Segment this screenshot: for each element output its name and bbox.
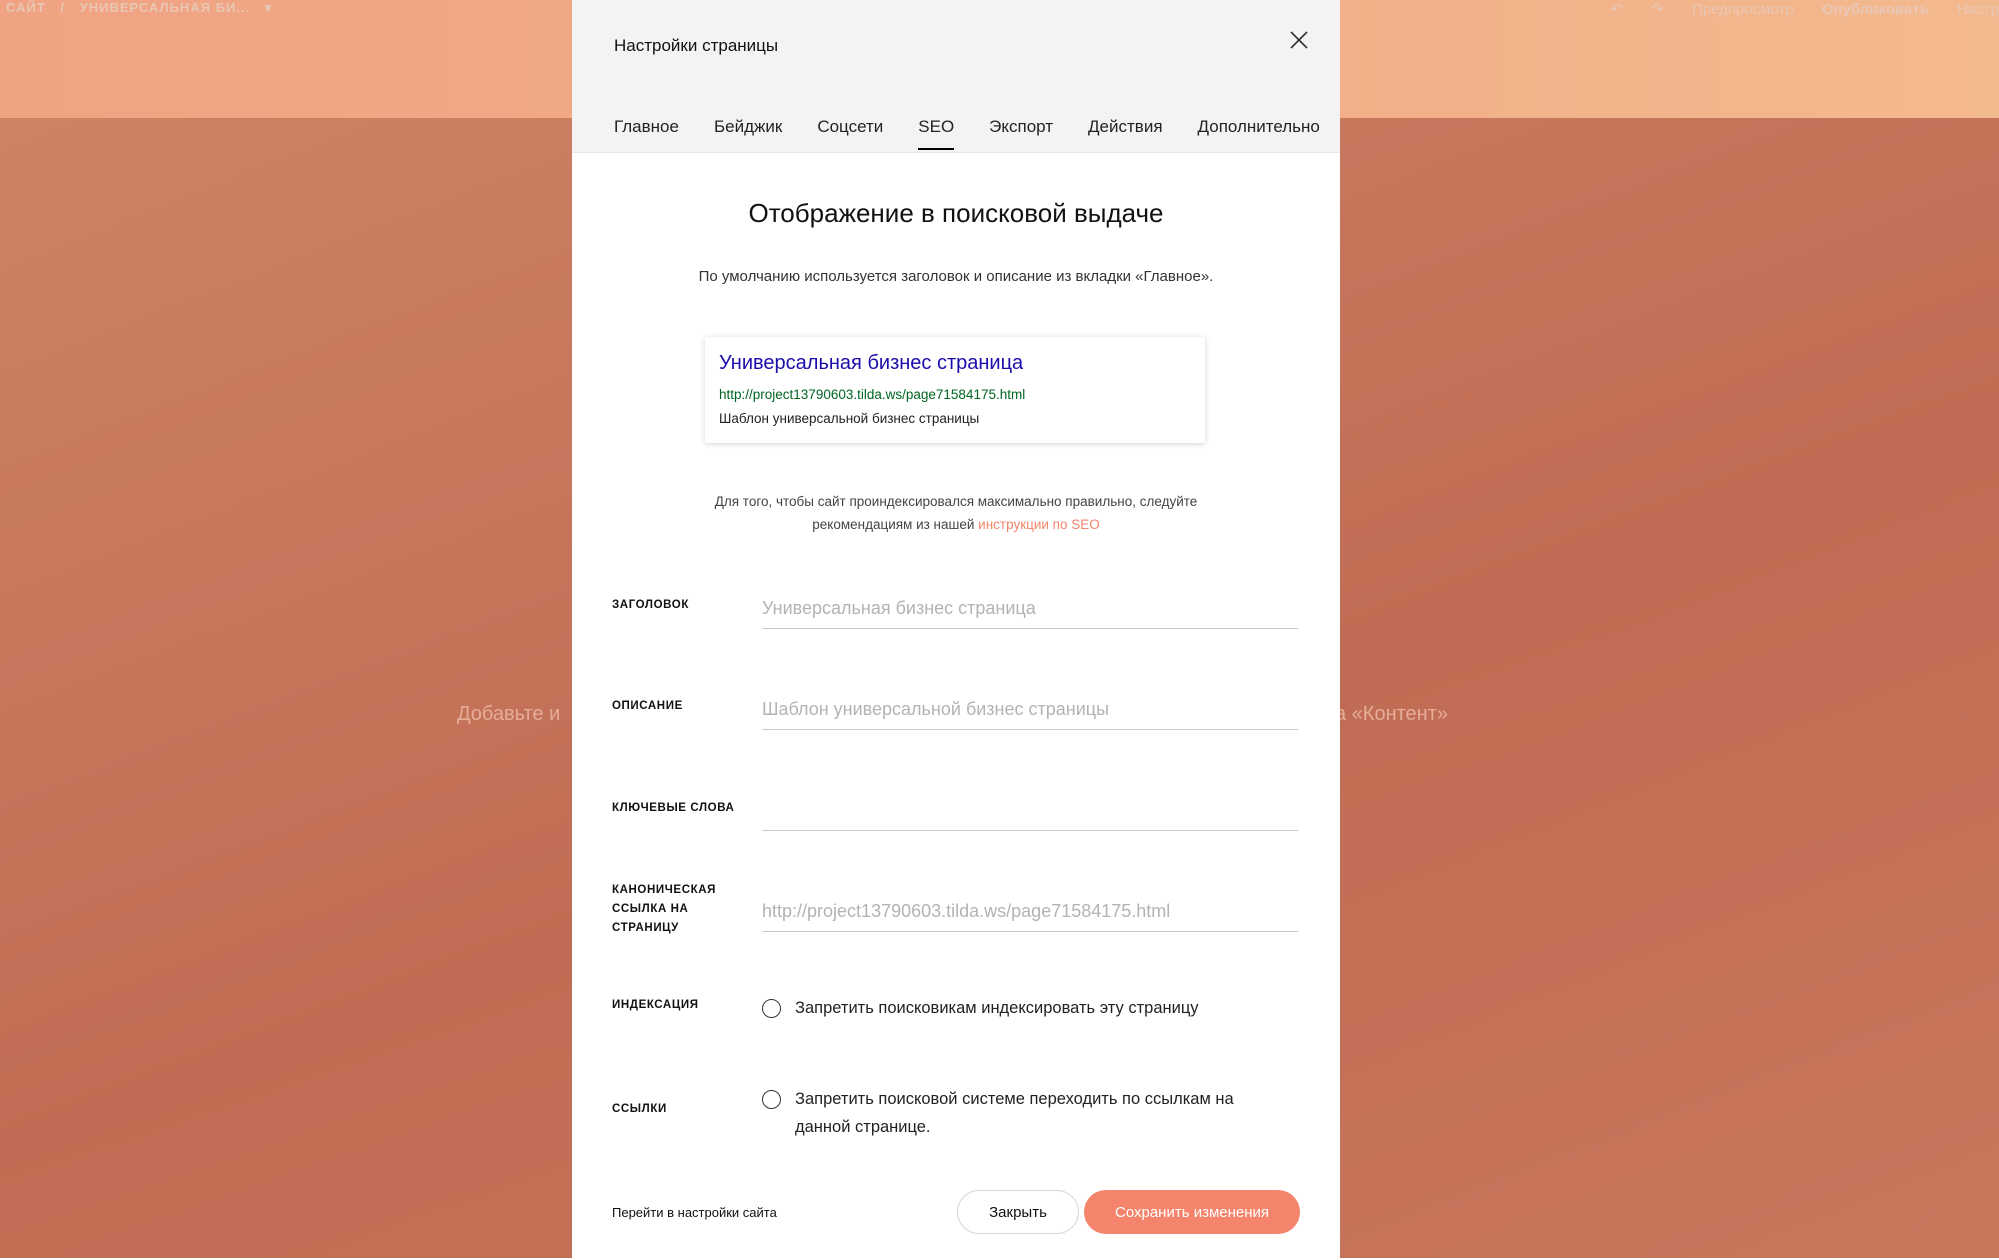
breadcrumb: САЙТ / УНИВЕРСАЛЬНАЯ БИ... ▾	[6, 0, 282, 16]
links-option[interactable]: Запретить поисковой системе переходить п…	[762, 1088, 1282, 1141]
preview-description: Шаблон универсальной бизнес страницы	[719, 411, 980, 426]
tab-actions[interactable]: Действия	[1088, 117, 1162, 147]
indexing-option-text: Запретить поисковикам индексировать эту …	[795, 999, 1199, 1017]
editor-toolbar: ↶ ↷ Предпросмотр Опубликовать Настр	[1586, 0, 1999, 18]
publish-link[interactable]: Опубликовать	[1822, 1, 1929, 18]
breadcrumb-separator: /	[60, 0, 65, 15]
canonical-input[interactable]	[762, 891, 1298, 932]
save-button[interactable]: Сохранить изменения	[1084, 1190, 1300, 1234]
keywords-input[interactable]	[762, 790, 1298, 831]
indexing-option[interactable]: Запретить поисковикам индексировать эту …	[762, 997, 1282, 1022]
title-input[interactable]	[762, 588, 1298, 629]
close-icon[interactable]	[1287, 28, 1311, 52]
seo-hint: Для того, чтобы сайт проиндексировался м…	[572, 490, 1340, 536]
section-subtitle: По умолчанию используется заголовок и оп…	[698, 268, 1214, 285]
site-settings-link[interactable]: Перейти в настройки сайта	[612, 1205, 777, 1220]
indexing-radio[interactable]	[762, 999, 781, 1018]
search-preview-card: Универсальная бизнес страница http://pro…	[705, 337, 1205, 443]
seo-instructions-link[interactable]: инструкции по SEO	[978, 517, 1100, 532]
links-option-line2: данной странице.	[795, 1118, 931, 1136]
canonical-label: КАНОНИЧЕСКАЯ ССЫЛКА НА СТРАНИЦУ	[612, 881, 716, 938]
links-option-line1: Запретить поисковой системе переходить п…	[795, 1090, 1234, 1108]
tab-badge[interactable]: Бейджик	[714, 117, 782, 147]
tab-main[interactable]: Главное	[614, 117, 679, 147]
tab-export[interactable]: Экспорт	[989, 117, 1053, 147]
seo-hint-prefix: рекомендациям из нашей	[812, 517, 979, 532]
redo-icon[interactable]: ↷	[1651, 1, 1664, 18]
cover-hint-right: а «Контент»	[1335, 703, 1449, 725]
canonical-label-line1: КАНОНИЧЕСКАЯ	[612, 884, 716, 896]
description-input[interactable]	[762, 689, 1298, 730]
tab-additional[interactable]: Дополнительно	[1198, 117, 1320, 147]
links-label: ССЫЛКИ	[612, 1103, 667, 1115]
keywords-label: КЛЮЧЕВЫЕ СЛОВА	[612, 802, 735, 814]
seo-hint-line1: Для того, чтобы сайт проиндексировался м…	[714, 494, 1198, 509]
page-settings-modal: Настройки страницы Главное Бейджик Соцсе…	[572, 0, 1340, 1260]
breadcrumb-site[interactable]: САЙТ	[6, 0, 46, 15]
tab-bar: Главное Бейджик Соцсети SEO Экспорт Дейс…	[614, 117, 1320, 150]
preview-title: Универсальная бизнес страница	[719, 352, 1024, 374]
chevron-down-icon[interactable]: ▾	[265, 0, 273, 15]
description-label: ОПИСАНИЕ	[612, 700, 683, 712]
breadcrumb-page[interactable]: УНИВЕРСАЛЬНАЯ БИ...	[80, 0, 251, 15]
undo-icon[interactable]: ↶	[1610, 1, 1623, 18]
modal-header: Настройки страницы Главное Бейджик Соцсе…	[572, 0, 1340, 153]
indexing-label: ИНДЕКСАЦИЯ	[612, 999, 699, 1011]
tab-seo[interactable]: SEO	[918, 117, 954, 150]
links-radio[interactable]	[762, 1090, 781, 1109]
tab-social[interactable]: Соцсети	[817, 117, 883, 147]
preview-url: http://project13790603.tilda.ws/page7158…	[719, 387, 1026, 402]
canonical-label-line2: ССЫЛКА НА	[612, 903, 689, 915]
links-option-text: Запретить поисковой системе переходить п…	[795, 1085, 1234, 1141]
seo-hint-line2: рекомендациям из нашей инструкции по SEO	[572, 513, 1340, 536]
section-title: Отображение в поисковой выдаче	[748, 198, 1164, 228]
settings-link[interactable]: Настр	[1957, 1, 1999, 18]
modal-title: Настройки страницы	[614, 36, 779, 55]
preview-link[interactable]: Предпросмотр	[1692, 1, 1794, 18]
cover-hint-left: Добавьте и	[457, 703, 561, 725]
canonical-label-line3: СТРАНИЦУ	[612, 922, 679, 934]
title-label: ЗАГОЛОВОК	[612, 599, 689, 611]
close-button[interactable]: Закрыть	[957, 1190, 1079, 1234]
